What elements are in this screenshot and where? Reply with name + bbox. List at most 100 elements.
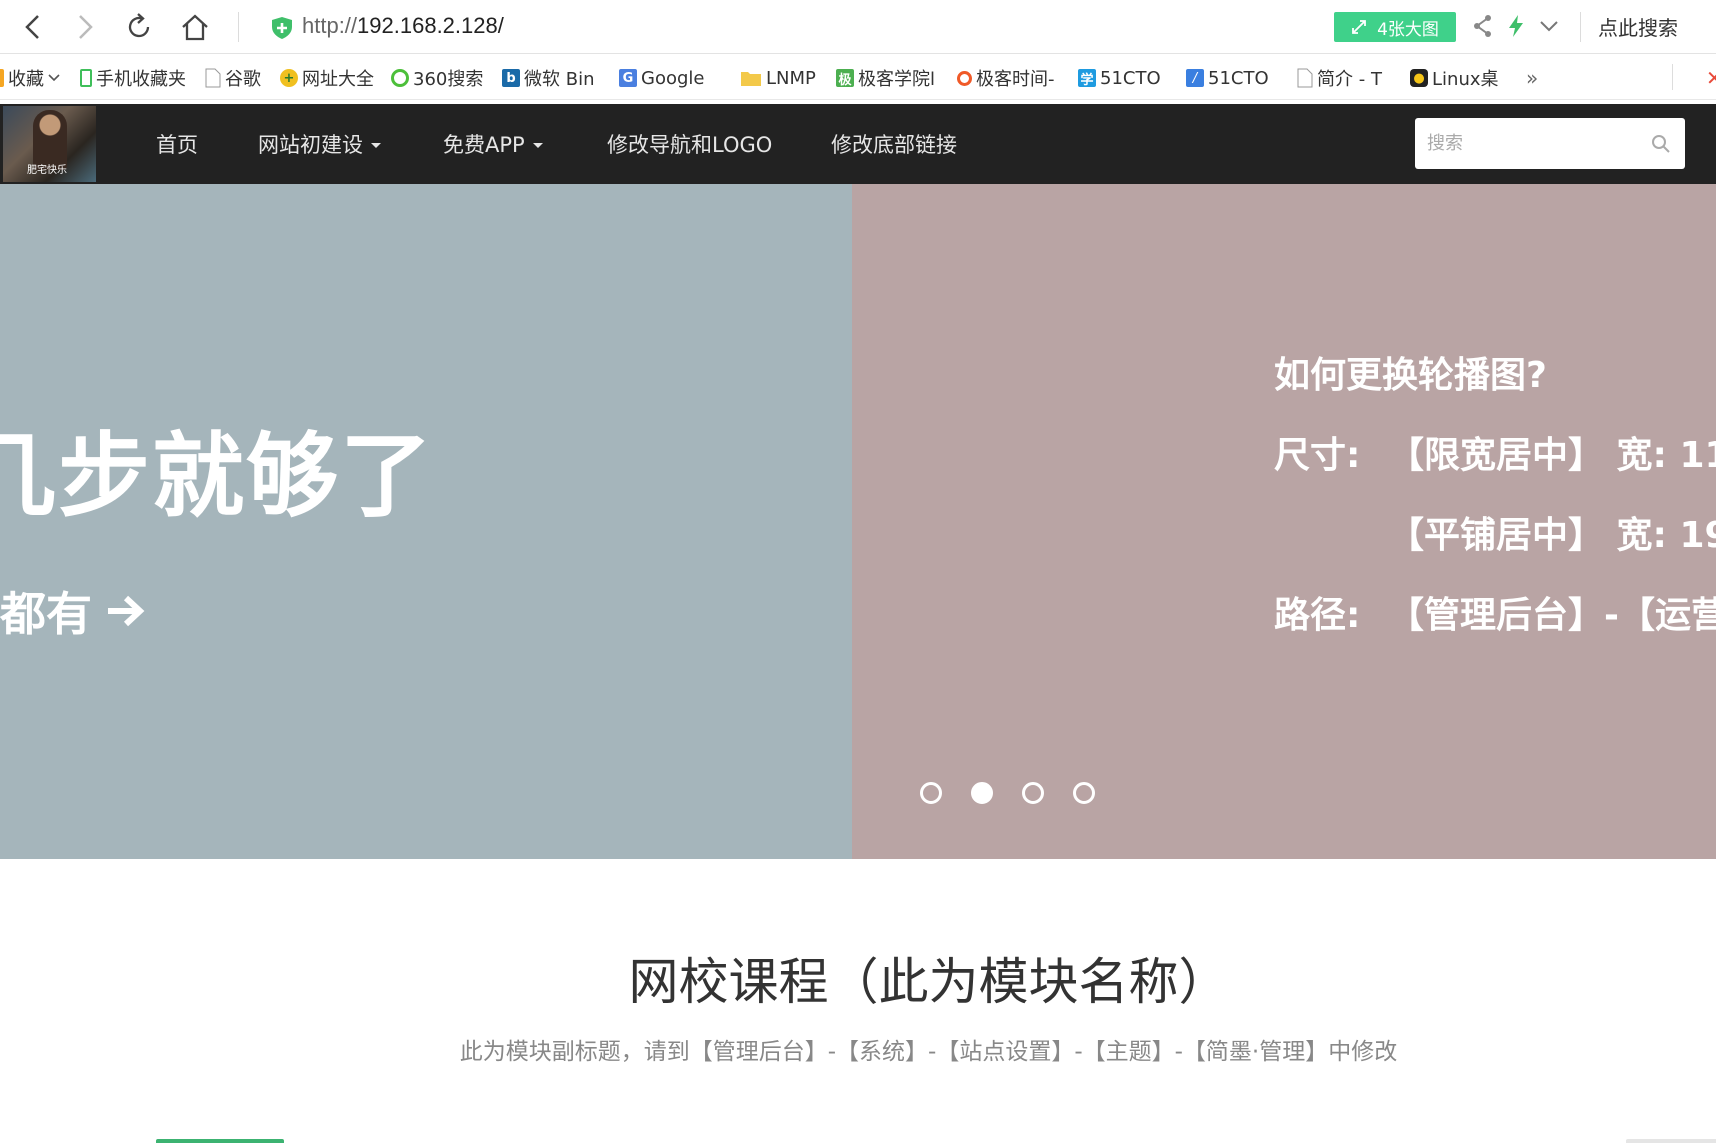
nav-site-setup[interactable]: 网站初建设 xyxy=(258,104,381,184)
nav-home[interactable]: 首页 xyxy=(156,104,198,184)
slide-size-line1: 【限宽居中】 宽: 114 xyxy=(1388,435,1716,476)
bookmark-label: 手机收藏夹 xyxy=(96,69,186,90)
bookmark-linux[interactable]: ● Linux桌 xyxy=(1410,65,1499,91)
bookmark-intro[interactable]: 简介 - T xyxy=(1297,65,1382,91)
expand-icon xyxy=(1352,20,1366,34)
bookmark-label: 谷歌 xyxy=(225,69,261,90)
slide-path-line: 【管理后台】-【运营 xyxy=(1388,595,1716,636)
slide-size-line2: 【平铺居中】 宽: 19 xyxy=(1388,515,1716,556)
bookmark-bing[interactable]: b 微软 Bin xyxy=(502,65,594,91)
carousel-dot-1[interactable] xyxy=(920,782,942,804)
home-icon xyxy=(182,14,208,41)
nav-edit-footer-links[interactable]: 修改底部链接 xyxy=(831,104,957,184)
course-tab-active-indicator[interactable] xyxy=(156,1139,284,1143)
address-bar[interactable]: http://192.168.2.128/ xyxy=(302,13,504,39)
chevron-down-icon[interactable] xyxy=(1538,14,1560,42)
bookmark-jikexueyuan[interactable]: 极 极客学院l xyxy=(836,65,935,91)
ring-icon xyxy=(391,69,409,87)
site-search-box xyxy=(1415,118,1685,169)
back-button[interactable] xyxy=(16,10,50,44)
toolbar-divider xyxy=(238,12,239,42)
nav-label: 首页 xyxy=(156,133,198,157)
secure-shield-icon xyxy=(271,16,293,44)
bookmark-geektime[interactable]: 极客时间- xyxy=(957,65,1055,91)
nav-free-app[interactable]: 免费APP xyxy=(443,104,543,184)
star-icon xyxy=(0,69,4,87)
geek-icon: 极 xyxy=(836,69,854,88)
bookmark-label: 51CTO xyxy=(1100,67,1161,89)
nav-edit-nav-logo[interactable]: 修改导航和LOGO xyxy=(607,104,772,184)
carousel-slide-right[interactable]: 如何更换轮播图? 尺寸: 【限宽居中】 宽: 114 【平铺居中】 宽: 19 … xyxy=(852,184,1716,859)
bookmark-label: 收藏 xyxy=(8,69,44,90)
bookmark-label: 51CTO xyxy=(1208,67,1269,89)
reload-button[interactable] xyxy=(122,10,156,44)
slide-headline: 几步就够了 xyxy=(0,423,435,530)
url-host: 192.168.2.128/ xyxy=(357,13,504,38)
carousel-dot-4[interactable] xyxy=(1073,782,1095,804)
caret-down-icon xyxy=(532,142,543,148)
bookmark-google[interactable]: G Google xyxy=(619,65,704,91)
bookmark-site-directory[interactable]: + 网址大全 xyxy=(280,65,374,91)
carousel-dot-3[interactable] xyxy=(1022,782,1044,804)
bookmark-label: LNMP xyxy=(766,67,816,89)
bookmark-label: 极客学院l xyxy=(858,69,936,90)
home-button[interactable] xyxy=(178,10,212,44)
big-image-label: 4张大图 xyxy=(1377,19,1439,40)
share-icon[interactable] xyxy=(1473,14,1493,42)
nav-label: 网站初建设 xyxy=(258,133,363,157)
geektime-icon xyxy=(957,70,972,86)
bookmarks-more-button[interactable]: » xyxy=(1526,66,1538,90)
bookmark-mobile-favorites[interactable]: 手机收藏夹 xyxy=(80,65,186,91)
big-image-button[interactable]: 4张大图 xyxy=(1334,12,1456,42)
url-protocol: http:// xyxy=(302,13,358,38)
hero-carousel[interactable]: 几步就够了 都有 如何更换轮播图? 尺寸: 【限宽居中】 宽: 114 【平铺居… xyxy=(0,184,1716,859)
search-icon[interactable] xyxy=(1651,134,1671,154)
folder-icon xyxy=(741,72,761,86)
bookmark-label: 360搜索 xyxy=(413,69,484,90)
search-here-button[interactable]: 点此搜索 xyxy=(1598,12,1678,41)
reload-icon xyxy=(128,13,150,38)
page-icon xyxy=(205,68,221,88)
caret-down-icon xyxy=(371,142,381,148)
nav-label: 免费APP xyxy=(443,133,525,157)
bookmarks-divider xyxy=(1672,64,1673,90)
pen-icon: / xyxy=(1186,69,1204,87)
globe-icon: + xyxy=(280,69,298,87)
site-search-input[interactable] xyxy=(1427,118,1647,169)
bookmark-favorites[interactable]: 收藏 xyxy=(0,65,60,91)
browser-toolbar: http://192.168.2.128/ 4张大图 点此搜索 xyxy=(0,0,1716,54)
bookmark-label: 极客时间- xyxy=(976,69,1055,90)
nav-label: 修改底部链接 xyxy=(831,133,957,157)
cto-icon: 学 xyxy=(1078,69,1096,88)
close-icon[interactable]: ✕ xyxy=(1706,66,1716,90)
bookmark-label: 微软 Bin xyxy=(524,69,595,90)
phone-icon xyxy=(80,69,92,87)
bing-icon: b xyxy=(502,69,520,87)
site-logo[interactable]: 肥宅快乐 xyxy=(3,106,96,182)
bookmark-label: 网址大全 xyxy=(302,69,374,90)
forward-button[interactable] xyxy=(68,10,102,44)
bookmark-51cto-b[interactable]: / 51CTO xyxy=(1186,65,1269,91)
penguin-icon: ● xyxy=(1410,69,1428,87)
forward-arrow-icon xyxy=(79,15,93,39)
lightning-icon[interactable] xyxy=(1507,14,1525,42)
bookmark-51cto-a[interactable]: 学 51CTO xyxy=(1078,65,1161,91)
page-icon xyxy=(1297,68,1313,88)
arrow-right-icon xyxy=(108,595,145,627)
carousel-indicators xyxy=(920,782,1095,804)
slide-size-label: 尺寸: xyxy=(1274,435,1361,476)
site-navbar: 肥宅快乐 首页 网站初建设 免费APP 修改导航和LOGO 修改底部链接 xyxy=(0,104,1716,184)
carousel-slide-left[interactable]: 几步就够了 都有 xyxy=(0,184,852,859)
slide-subline-text: 都有 xyxy=(0,587,92,641)
nav-label: 修改导航和LOGO xyxy=(607,133,773,157)
bookmark-360-search[interactable]: 360搜索 xyxy=(391,65,483,91)
bookmark-google-cn[interactable]: 谷歌 xyxy=(205,65,261,91)
bookmark-label: 简介 - T xyxy=(1317,69,1382,90)
chevron-down-icon xyxy=(48,74,60,82)
toolbar-divider-right xyxy=(1580,12,1581,42)
bookmark-lnmp[interactable]: LNMP xyxy=(740,65,816,91)
carousel-dot-2[interactable] xyxy=(971,782,993,804)
translate-icon: G xyxy=(619,69,637,87)
course-tab-indicator[interactable] xyxy=(1626,1139,1716,1143)
slide-subline[interactable]: 都有 xyxy=(0,578,146,644)
